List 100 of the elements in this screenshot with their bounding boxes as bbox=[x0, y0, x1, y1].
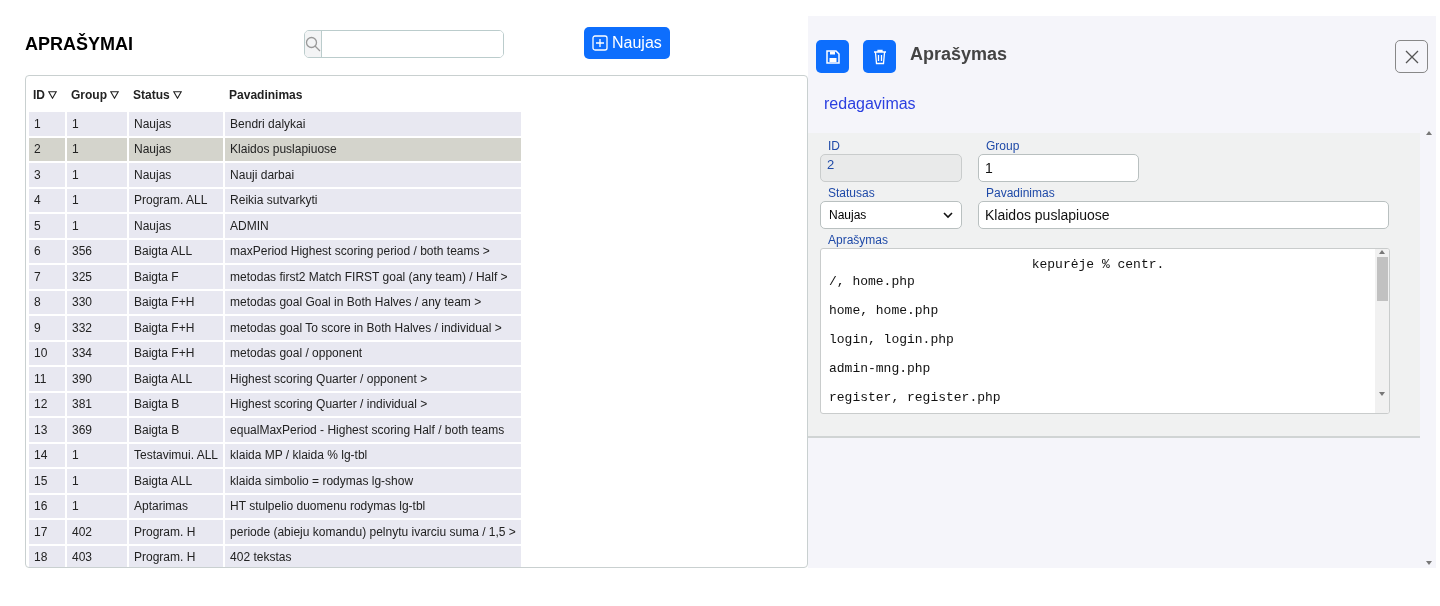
table-cell: 1 bbox=[67, 137, 127, 161]
table-row[interactable]: 13 369 Baigta B equalMaxPeriod - Highest scoring Half / both teams bbox=[29, 418, 521, 442]
column-header[interactable]: ID bbox=[29, 80, 65, 110]
table-row[interactable]: 15 1 Baigta ALL klaida simbolio = rodymas lg-show bbox=[29, 469, 521, 493]
table-cell: 15 bbox=[29, 469, 65, 493]
delete-button[interactable] bbox=[863, 40, 896, 73]
table-cell: 1 bbox=[67, 214, 127, 238]
table-cell: 8 bbox=[29, 290, 65, 314]
table-cell: Naujas bbox=[129, 137, 224, 161]
group-field[interactable]: 1 bbox=[978, 154, 1139, 182]
table-cell: 1 bbox=[67, 112, 127, 136]
table-cell: 381 bbox=[67, 392, 127, 416]
table-cell: maxPeriod Highest scoring period / both teams > bbox=[225, 239, 521, 263]
scroll-down-arrow-icon[interactable] bbox=[1425, 560, 1433, 566]
table-cell: 1 bbox=[67, 494, 127, 518]
description-textarea[interactable]: kepurėje % centr. /, home.php home, home.php login, login.php admin-mng.php register, register.php bbox=[820, 248, 1390, 414]
table-cell: metodas goal To score in Both Halves / individual > bbox=[225, 316, 521, 340]
table-cell: Bendri dalykai bbox=[225, 112, 521, 136]
table-cell: 3 bbox=[29, 163, 65, 187]
table-cell: 369 bbox=[67, 418, 127, 442]
table-cell: Baigta B bbox=[129, 392, 224, 416]
status-dropdown[interactable]: Naujas bbox=[820, 201, 962, 229]
table-cell: 14 bbox=[29, 443, 65, 467]
column-header[interactable]: Status bbox=[129, 80, 224, 110]
table-cell: 18 bbox=[29, 545, 65, 567]
close-button[interactable] bbox=[1395, 40, 1428, 73]
table-row[interactable]: 7 325 Baigta F metodas first2 Match FIRST goal (any team) / Half > bbox=[29, 265, 521, 289]
scrollbar[interactable] bbox=[1375, 249, 1389, 413]
table-cell: 13 bbox=[29, 418, 65, 442]
table-cell: 402 bbox=[67, 520, 127, 544]
table-cell: 9 bbox=[29, 316, 65, 340]
table-row[interactable]: 18 403 Program. H 402 tekstas bbox=[29, 545, 521, 567]
table-cell: 403 bbox=[67, 545, 127, 567]
table-cell: 6 bbox=[29, 239, 65, 263]
table-row[interactable]: 9 332 Baigta F+H metodas goal To score in Both Halves / individual > bbox=[29, 316, 521, 340]
scrollbar-thumb[interactable] bbox=[1376, 257, 1388, 301]
plus-square-icon bbox=[592, 34, 608, 51]
table-cell: 334 bbox=[67, 341, 127, 365]
table-cell: Naujas bbox=[129, 112, 224, 136]
table-cell: 330 bbox=[67, 290, 127, 314]
column-header: Pavadinimas bbox=[228, 87, 304, 104]
table-cell: HT stulpelio duomenu rodymas lg-tbl bbox=[225, 494, 521, 518]
scroll-up-arrow-icon[interactable] bbox=[1378, 249, 1386, 255]
table-cell: 356 bbox=[67, 239, 127, 263]
table-cell: klaida MP / klaida % lg-tbl bbox=[225, 443, 521, 467]
table-cell: klaida simbolio = rodymas lg-show bbox=[225, 469, 521, 493]
table-row[interactable]: 2 1 Naujas Klaidos puslapiuose bbox=[29, 137, 521, 161]
save-button[interactable] bbox=[816, 40, 849, 73]
table-cell: ADMIN bbox=[225, 214, 521, 238]
table-cell: 7 bbox=[29, 265, 65, 289]
table-cell: periode (abieju komandu) pelnytu ivarciu suma / 1,5 > bbox=[225, 520, 521, 544]
table-row[interactable]: 1 1 Naujas Bendri dalykai bbox=[29, 112, 521, 136]
table-cell: Aptarimas bbox=[129, 494, 224, 518]
table-cell: 1 bbox=[67, 443, 127, 467]
table-row[interactable]: 6 356 Baigta ALL maxPeriod Highest scoring period / both teams > bbox=[29, 239, 521, 263]
table-cell: 402 tekstas bbox=[225, 545, 521, 567]
table-cell: 390 bbox=[67, 367, 127, 391]
table-row[interactable]: 11 390 Baigta ALL Highest scoring Quarter / opponent > bbox=[29, 367, 521, 391]
table-cell: 332 bbox=[67, 316, 127, 340]
table-row[interactable]: 4 1 Program. ALL Reikia sutvarkyti bbox=[29, 188, 521, 212]
table-cell: 10 bbox=[29, 341, 65, 365]
table-cell: Highest scoring Quarter / individual > bbox=[225, 392, 521, 416]
table-cell: Baigta F bbox=[129, 265, 224, 289]
search-icon bbox=[305, 35, 321, 52]
table-cell: 2 bbox=[29, 137, 65, 161]
table-cell: 12 bbox=[29, 392, 65, 416]
scroll-up-arrow-icon[interactable] bbox=[1425, 130, 1433, 136]
table-row[interactable]: 17 402 Program. H periode (abieju komandu) pelnytu ivarciu suma / 1,5 > bbox=[29, 520, 521, 544]
field-label: Pavadinimas bbox=[985, 186, 1056, 201]
table-cell: Baigta B bbox=[129, 418, 224, 442]
table-cell: Naujas bbox=[129, 214, 224, 238]
table-cell: Baigta ALL bbox=[129, 239, 224, 263]
scroll-down-arrow-icon[interactable] bbox=[1378, 391, 1386, 397]
table-cell: Baigta ALL bbox=[129, 367, 224, 391]
table-cell: 325 bbox=[67, 265, 127, 289]
name-field[interactable]: Klaidos puslapiuose bbox=[978, 201, 1389, 229]
table-cell: metodas goal / opponent bbox=[225, 341, 521, 365]
trash-icon bbox=[872, 48, 887, 65]
table-cell: 1 bbox=[67, 188, 127, 212]
table-row[interactable]: 5 1 Naujas ADMIN bbox=[29, 214, 521, 238]
table-cell: Nauji darbai bbox=[225, 163, 521, 187]
table-row[interactable]: 12 381 Baigta B Highest scoring Quarter / individual > bbox=[29, 392, 521, 416]
close-icon bbox=[1404, 49, 1419, 64]
table-row[interactable]: 3 1 Naujas Nauji darbai bbox=[29, 163, 521, 187]
table-cell: Testavimui. ALL bbox=[129, 443, 224, 467]
table-cell: 16 bbox=[29, 494, 65, 518]
table-row[interactable]: 14 1 Testavimui. ALL klaida MP / klaida % lg-tbl bbox=[29, 443, 521, 467]
table-row[interactable]: 16 1 Aptarimas HT stulpelio duomenu rodymas lg-tbl bbox=[29, 494, 521, 518]
table-row[interactable]: 8 330 Baigta F+H metodas goal Goal in Both Halves / any team > bbox=[29, 290, 521, 314]
column-header[interactable]: Group bbox=[67, 80, 127, 110]
table-cell: metodas first2 Match FIRST goal (any team) / Half > bbox=[225, 265, 521, 289]
table-cell: 1 bbox=[29, 112, 65, 136]
table-cell: 11 bbox=[29, 367, 65, 391]
editor-subtitle: redagavimas bbox=[823, 94, 917, 114]
page-title: APRAŠYMAI bbox=[25, 32, 134, 55]
new-button[interactable]: Naujas bbox=[584, 26, 670, 59]
table-cell: metodas goal Goal in Both Halves / any team > bbox=[225, 290, 521, 314]
table-row[interactable]: 10 334 Baigta F+H metodas goal / opponent bbox=[29, 341, 521, 365]
table-cell: Program. H bbox=[129, 520, 224, 544]
field-label: Aprašymas bbox=[827, 233, 890, 248]
